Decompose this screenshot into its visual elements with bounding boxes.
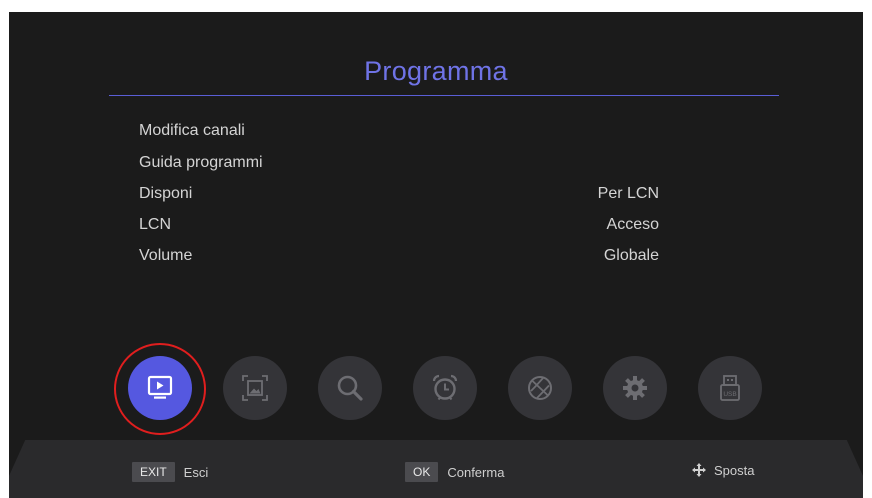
exit-hint-label: Esci [183, 464, 209, 480]
selection-highlight-ring [114, 343, 206, 435]
menu-item-guida-programmi[interactable]: Guida programmi [139, 150, 659, 178]
settings-button[interactable] [603, 356, 667, 420]
menu-item-label: Disponi [139, 185, 193, 202]
tv-screen: Programma Modifica canali Guida programm… [9, 12, 863, 498]
menu-item-label: Volume [139, 247, 193, 264]
title-divider [109, 95, 779, 96]
menu-item-volume[interactable]: Volume Globale [139, 243, 659, 271]
settings-gear-icon [623, 376, 647, 400]
menu-item-label: Guida programmi [139, 154, 263, 171]
menu-item-lcn[interactable]: LCN Acceso [139, 212, 659, 240]
footer-exit-hint: EXIT Esci [132, 462, 208, 482]
exit-key-badge: EXIT [132, 462, 175, 482]
menu-item-value: Acceso [606, 216, 659, 233]
usb-button[interactable]: USB [698, 356, 762, 420]
media-button[interactable] [223, 356, 287, 420]
network-button[interactable] [508, 356, 572, 420]
timer-button[interactable] [413, 356, 477, 420]
menu-item-value: Globale [603, 247, 659, 264]
footer-ok-hint: OK Conferma [405, 462, 504, 482]
ok-key-badge: OK [405, 462, 439, 482]
network-globe-icon [528, 376, 552, 400]
search-button[interactable] [318, 356, 382, 420]
usb-icon-label: USB [723, 391, 736, 398]
menu-item-modifica-canali[interactable]: Modifica canali [139, 118, 659, 146]
menu-item-label: LCN [139, 216, 172, 233]
menu-item-label: Modifica canali [139, 122, 245, 139]
alarm-clock-icon [432, 374, 458, 401]
usb-icon: USB [720, 375, 740, 401]
search-icon [337, 375, 363, 401]
picture-icon [242, 375, 268, 401]
move-arrows-icon [692, 463, 706, 477]
ok-hint-label: Conferma [447, 464, 505, 480]
menu-item-disponi[interactable]: Disponi Per LCN [139, 181, 659, 209]
move-hint-label: Sposta [714, 462, 755, 478]
page-title: Programma [364, 56, 508, 86]
footer-move-hint: Sposta [691, 462, 754, 478]
menu-item-value: Per LCN [597, 185, 659, 202]
